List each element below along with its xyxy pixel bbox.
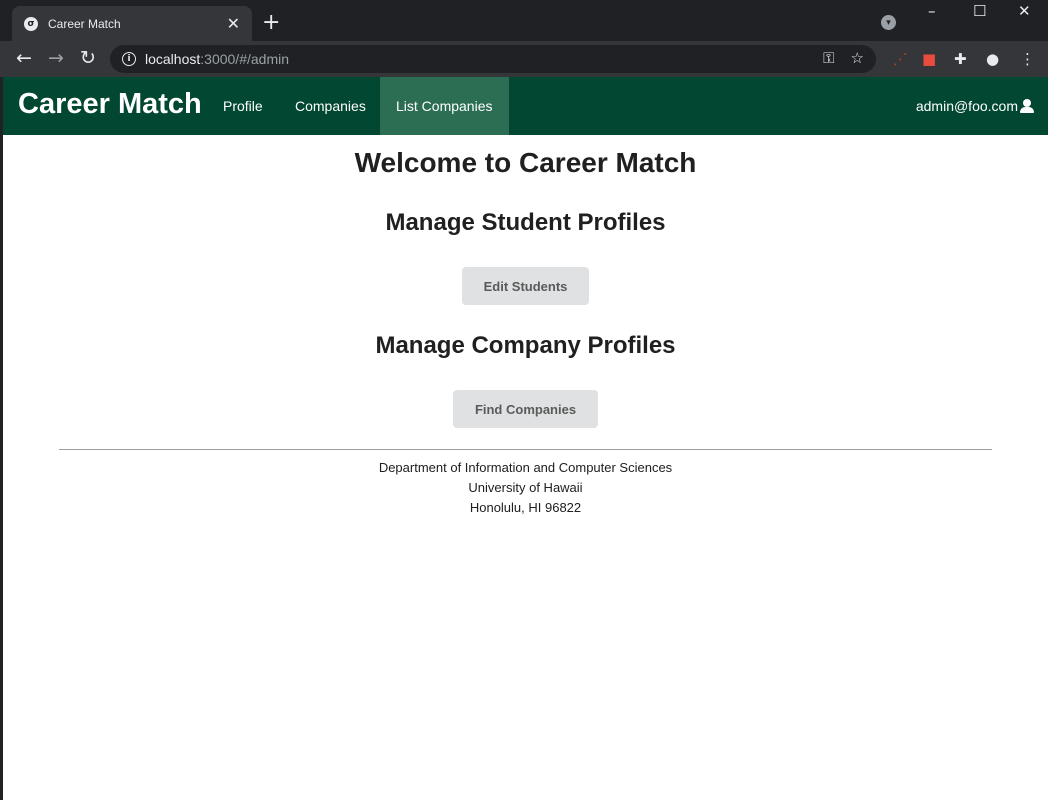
maximize-icon[interactable]: ☐ bbox=[973, 2, 986, 20]
url-path: :3000/#/admin bbox=[200, 51, 289, 67]
reload-icon[interactable]: ↻ bbox=[80, 47, 96, 69]
browser-tab[interactable]: σ Career Match ✕ bbox=[12, 6, 252, 41]
brand-link[interactable]: Career Match bbox=[18, 88, 202, 121]
user-icon bbox=[1020, 99, 1034, 113]
close-tab-icon[interactable]: ✕ bbox=[227, 14, 240, 34]
star-icon[interactable]: ☆ bbox=[851, 49, 864, 67]
profile-icon[interactable]: ● bbox=[986, 50, 999, 68]
user-menu[interactable]: admin@foo.com bbox=[916, 77, 1034, 135]
favicon-icon: σ bbox=[24, 16, 38, 31]
nav-link-list-companies[interactable]: List Companies bbox=[380, 77, 509, 135]
extension-icon[interactable]: ⋰ bbox=[893, 50, 908, 68]
new-tab-icon[interactable]: + bbox=[262, 10, 280, 35]
footer-line: University of Hawaii bbox=[468, 480, 583, 495]
menu-icon[interactable]: ⋮ bbox=[1020, 50, 1035, 68]
navbar: Career Match Profile Companies List Comp… bbox=[3, 77, 1048, 135]
back-icon[interactable]: ← bbox=[16, 47, 32, 69]
footer: Department of Information and Computer S… bbox=[3, 458, 1048, 518]
nav-link-profile[interactable]: Profile bbox=[207, 77, 279, 135]
web-page: Career Match Profile Companies List Comp… bbox=[3, 77, 1048, 800]
user-email: admin@foo.com bbox=[915, 98, 1018, 114]
info-icon[interactable]: i bbox=[122, 52, 136, 66]
browser-toolbar: ← → ↻ i localhost:3000/#/admin ⚿ ☆ ⋰ ■ ✚… bbox=[0, 41, 1048, 77]
company-section-heading: Manage Company Profiles bbox=[375, 332, 676, 359]
nav-link-companies[interactable]: Companies bbox=[279, 77, 382, 135]
footer-divider bbox=[59, 449, 992, 450]
minimize-icon[interactable]: – bbox=[928, 2, 936, 20]
footer-line: Honolulu, HI 96822 bbox=[469, 500, 582, 515]
tab-search-icon[interactable]: ▾ bbox=[881, 15, 896, 30]
footer-line: Department of Information and Computer S… bbox=[378, 460, 673, 475]
url-host: localhost bbox=[145, 51, 201, 67]
page-title: Welcome to Career Match bbox=[354, 147, 697, 178]
edit-students-button[interactable]: Edit Students bbox=[462, 267, 589, 305]
window-close-icon[interactable]: ✕ bbox=[1018, 2, 1031, 20]
find-companies-button[interactable]: Find Companies bbox=[453, 390, 598, 428]
extension-icon[interactable]: ■ bbox=[922, 50, 936, 68]
browser-tabstrip: σ Career Match ✕ + ▾ – ☐ ✕ bbox=[0, 0, 1048, 41]
extensions-icon[interactable]: ✚ bbox=[954, 50, 967, 68]
tab-title: Career Match bbox=[48, 16, 121, 31]
address-bar[interactable]: i localhost:3000/#/admin ⚿ ☆ bbox=[110, 45, 876, 73]
forward-icon[interactable]: → bbox=[48, 47, 64, 69]
key-icon[interactable]: ⚿ bbox=[823, 49, 834, 67]
student-section-heading: Manage Student Profiles bbox=[385, 209, 666, 236]
